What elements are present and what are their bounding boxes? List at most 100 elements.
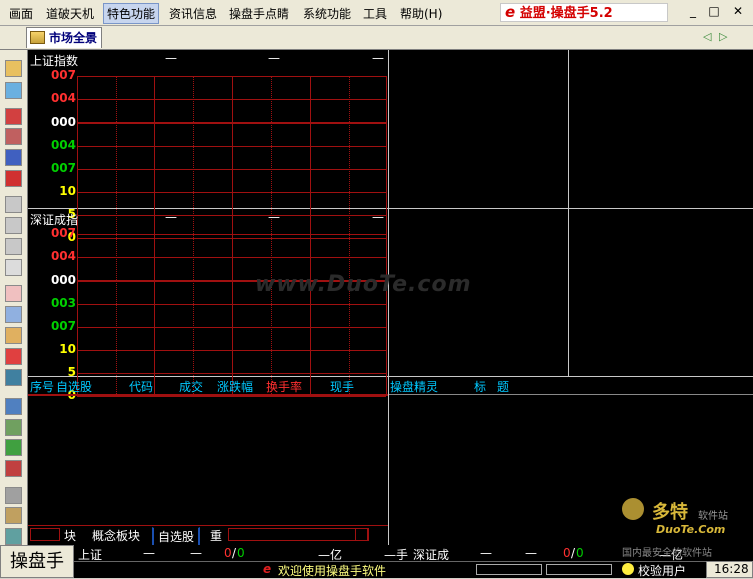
col-header-index[interactable]: 序号 bbox=[30, 378, 54, 395]
close-button[interactable]: ✕ bbox=[729, 3, 747, 20]
sz-grid-dotline bbox=[193, 234, 194, 397]
sh-y-label: 007 bbox=[50, 160, 76, 175]
col-header-name[interactable]: 自选股 bbox=[56, 378, 92, 395]
status-sh-ratio-down: 0 bbox=[237, 546, 245, 560]
sh-y-label: 004 bbox=[50, 137, 76, 152]
site-url: DuoTe.Com bbox=[656, 523, 726, 536]
col-header-volume[interactable]: 成交 bbox=[179, 378, 203, 395]
mid-divider bbox=[28, 208, 753, 209]
nav-left-icon[interactable]: ◁ bbox=[703, 30, 711, 43]
toolbar-trend-icon[interactable] bbox=[5, 128, 22, 145]
toolbar-edit-icon[interactable] bbox=[5, 419, 22, 436]
watermark-text: www.DuoTe.com bbox=[255, 272, 472, 297]
tab-scrollbar[interactable] bbox=[228, 528, 368, 541]
chart-title-shanghai: 上证指数 bbox=[30, 54, 79, 68]
menu-bar: 画面 道破天机 特色功能 资讯信息 操盘手点睛 系统功能 工具 帮助(H) e … bbox=[0, 0, 753, 26]
sz-grid-vline bbox=[386, 234, 387, 397]
sh-dash-1: — bbox=[165, 51, 177, 65]
tab-scroll-left-icon[interactable] bbox=[30, 528, 60, 541]
status-sz-ratio-up: 0 bbox=[563, 546, 571, 560]
status-welcome: 欢迎使用操盘手软件 bbox=[278, 564, 387, 578]
menu-item-dianjing[interactable]: 操盘手点睛 bbox=[229, 5, 289, 22]
site-suffix: 软件站 bbox=[698, 511, 728, 522]
site-slogan: 国内最安全的软件站 bbox=[622, 548, 712, 559]
status-sh-dash-1: — bbox=[143, 546, 155, 560]
toolbar-market-icon[interactable] bbox=[5, 60, 22, 77]
col-header-change[interactable]: 涨跌幅 bbox=[217, 378, 253, 395]
brand-logo: e 益盟·操盘手5.2 bbox=[500, 3, 668, 22]
toolbar-disabled-icon-2[interactable] bbox=[5, 217, 22, 234]
minimize-button[interactable]: _ bbox=[684, 3, 702, 20]
sh-y-label: 10 bbox=[59, 184, 76, 198]
toolbar-table-icon[interactable] bbox=[5, 149, 22, 166]
toolbar-disabled-icon-4[interactable] bbox=[5, 259, 22, 276]
toolbar-monitor-icon[interactable] bbox=[5, 369, 22, 386]
sh-dash-3: — bbox=[372, 51, 384, 65]
sz-grid-hline bbox=[77, 396, 386, 398]
col-header-turnover[interactable]: 换手率 bbox=[266, 378, 302, 395]
sz-y-label: 000 bbox=[50, 273, 76, 288]
sh-grid-vline bbox=[386, 76, 387, 239]
toolbar-grid-icon[interactable] bbox=[5, 170, 22, 187]
sh-grid-vline bbox=[310, 76, 311, 239]
col-header-code[interactable]: 代码 bbox=[129, 378, 153, 395]
tab-market-overview[interactable]: 市场全景 bbox=[26, 27, 103, 48]
toolbar-disabled-icon-1[interactable] bbox=[5, 196, 22, 213]
toolbar-disabled-icon-3[interactable] bbox=[5, 238, 22, 255]
toolbar-book-icon[interactable] bbox=[5, 507, 22, 524]
sz-grid-dotline bbox=[271, 234, 272, 397]
menu-item-zixun[interactable]: 资讯信息 bbox=[169, 5, 217, 22]
status-user: 校验用户 bbox=[638, 564, 687, 578]
menu-item-daopotianji[interactable]: 道破天机 bbox=[46, 5, 94, 22]
bottom-tab-concept[interactable]: 概念板块 bbox=[92, 527, 140, 544]
right-divider bbox=[568, 50, 569, 376]
sz-grid-dotline bbox=[116, 234, 117, 397]
vertical-divider bbox=[388, 50, 389, 545]
sz-y-label: 004 bbox=[50, 249, 76, 264]
sz-grid-dotline bbox=[349, 234, 350, 397]
toolbar-tools-icon[interactable] bbox=[5, 460, 22, 477]
sz-dash-3: — bbox=[372, 210, 384, 224]
toolbar-user-icon[interactable] bbox=[5, 528, 22, 545]
nav-right-icon[interactable]: ▷ bbox=[719, 30, 727, 43]
toolbar-download-icon[interactable] bbox=[5, 439, 22, 456]
col-header-current[interactable]: 现手 bbox=[330, 378, 354, 395]
sz-y-label: 003 bbox=[50, 295, 76, 310]
sh-dash-2: — bbox=[268, 51, 280, 65]
tab-scroll-right-icon[interactable] bbox=[355, 528, 369, 541]
sz-dash-2: — bbox=[268, 210, 280, 224]
status-progress-1 bbox=[476, 564, 542, 575]
sh-y-label: 004 bbox=[50, 91, 76, 106]
status-sz-dash-1: — bbox=[480, 546, 492, 560]
status-time: 16:28 bbox=[714, 562, 749, 576]
bottom-tab-key[interactable]: 重 bbox=[210, 527, 222, 544]
menu-item-gongju[interactable]: 工具 bbox=[363, 5, 387, 22]
tab-label: 市场全景 bbox=[49, 31, 98, 45]
toolbar-kline-icon[interactable] bbox=[5, 108, 22, 125]
sh-y-label: 000 bbox=[50, 115, 76, 130]
brand-text: 益盟·操盘手5.2 bbox=[519, 6, 613, 21]
sz-grid-vline bbox=[310, 234, 311, 397]
status-sh-dash-2: — bbox=[190, 546, 202, 560]
bottom-tab-block[interactable]: 块 bbox=[64, 527, 76, 544]
brand-e-icon: e bbox=[505, 3, 516, 21]
market-icon bbox=[30, 31, 45, 44]
toolbar-windows-icon[interactable] bbox=[5, 82, 22, 99]
bottom-tab-watchlist[interactable]: 自选股 bbox=[152, 527, 201, 546]
news-header-title: 操盘精灵 bbox=[390, 380, 439, 394]
toolbar-chart-icon[interactable] bbox=[5, 306, 22, 323]
menu-item-huamian[interactable]: 画面 bbox=[9, 5, 33, 22]
sz-y-label: 10 bbox=[59, 342, 76, 356]
toolbar-search-icon[interactable] bbox=[5, 285, 22, 302]
toolbar-doc-icon[interactable] bbox=[5, 487, 22, 504]
toolbar-zoom-icon[interactable] bbox=[5, 327, 22, 344]
sz-y-label: 007 bbox=[50, 318, 76, 333]
sh-grid-dotline bbox=[193, 76, 194, 239]
maximize-button[interactable]: □ bbox=[705, 3, 723, 20]
menu-item-xitong[interactable]: 系统功能 bbox=[303, 5, 351, 22]
menu-item-tese[interactable]: 特色功能 bbox=[103, 3, 160, 24]
toolbar-formula-icon[interactable] bbox=[5, 398, 22, 415]
menu-item-help[interactable]: 帮助(H) bbox=[400, 5, 442, 22]
toolbar-alert-icon[interactable] bbox=[5, 348, 22, 365]
news-header-ti: 题 bbox=[497, 380, 510, 394]
